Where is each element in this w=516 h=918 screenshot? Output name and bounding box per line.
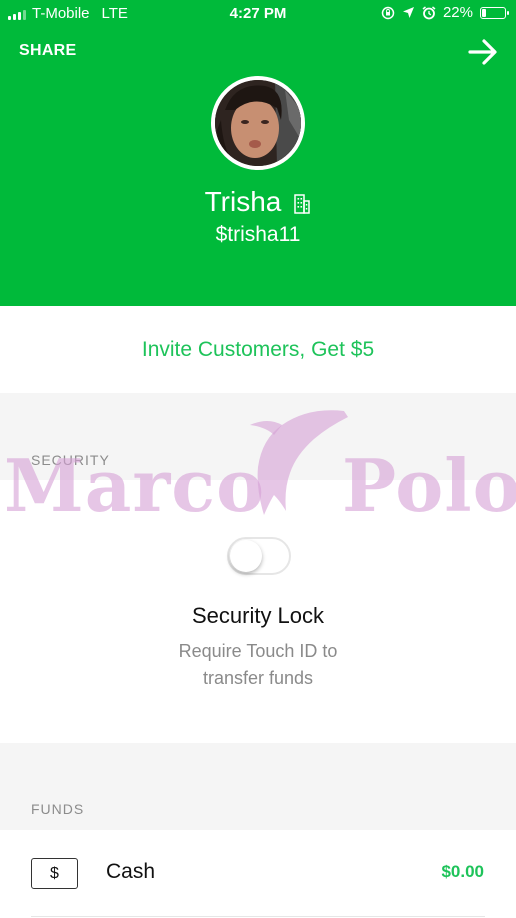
dollar-icon: $ — [31, 858, 78, 889]
security-lock-toggle[interactable] — [227, 537, 291, 575]
rotation-lock-icon — [381, 6, 395, 19]
arrow-right-icon[interactable] — [468, 38, 498, 66]
invite-customers-link[interactable]: Invite Customers, Get $5 — [0, 306, 516, 393]
cash-label: Cash — [106, 860, 156, 883]
toggle-knob — [230, 540, 262, 572]
security-lock-description: Require Touch ID to transfer funds — [178, 641, 338, 688]
battery-icon — [480, 6, 509, 19]
screen: T-Mobile LTE 4:27 PM 22% SHARE Trisha $t… — [0, 0, 516, 918]
profile-name: Trisha — [204, 186, 282, 217]
battery-fill — [482, 8, 487, 17]
security-lock-title: Security Lock — [191, 603, 325, 628]
row-divider — [31, 916, 485, 917]
funds-section-label: FUNDS — [31, 801, 85, 817]
profile-name-row: Trisha — [0, 186, 516, 218]
status-bar: T-Mobile LTE 4:27 PM 22% — [0, 0, 516, 28]
profile-header: T-Mobile LTE 4:27 PM 22% SHARE Trisha $t… — [0, 0, 516, 306]
building-icon — [294, 194, 311, 214]
cash-balance: $0.00 — [441, 862, 484, 881]
battery-percent: 22% — [442, 4, 473, 21]
alarm-clock-icon — [422, 5, 436, 19]
security-section-label: SECURITY — [31, 452, 110, 468]
location-arrow-icon — [402, 7, 414, 18]
security-card: Security Lock Require Touch ID to transf… — [0, 480, 516, 743]
avatar-photo — [215, 80, 301, 166]
funds-row-cash[interactable]: $ Cash $0.00 — [0, 830, 516, 918]
avatar[interactable] — [211, 76, 305, 170]
status-right: 22% — [381, 4, 509, 21]
share-button[interactable]: SHARE — [19, 42, 77, 60]
cashtag[interactable]: $trisha11 — [0, 223, 516, 247]
